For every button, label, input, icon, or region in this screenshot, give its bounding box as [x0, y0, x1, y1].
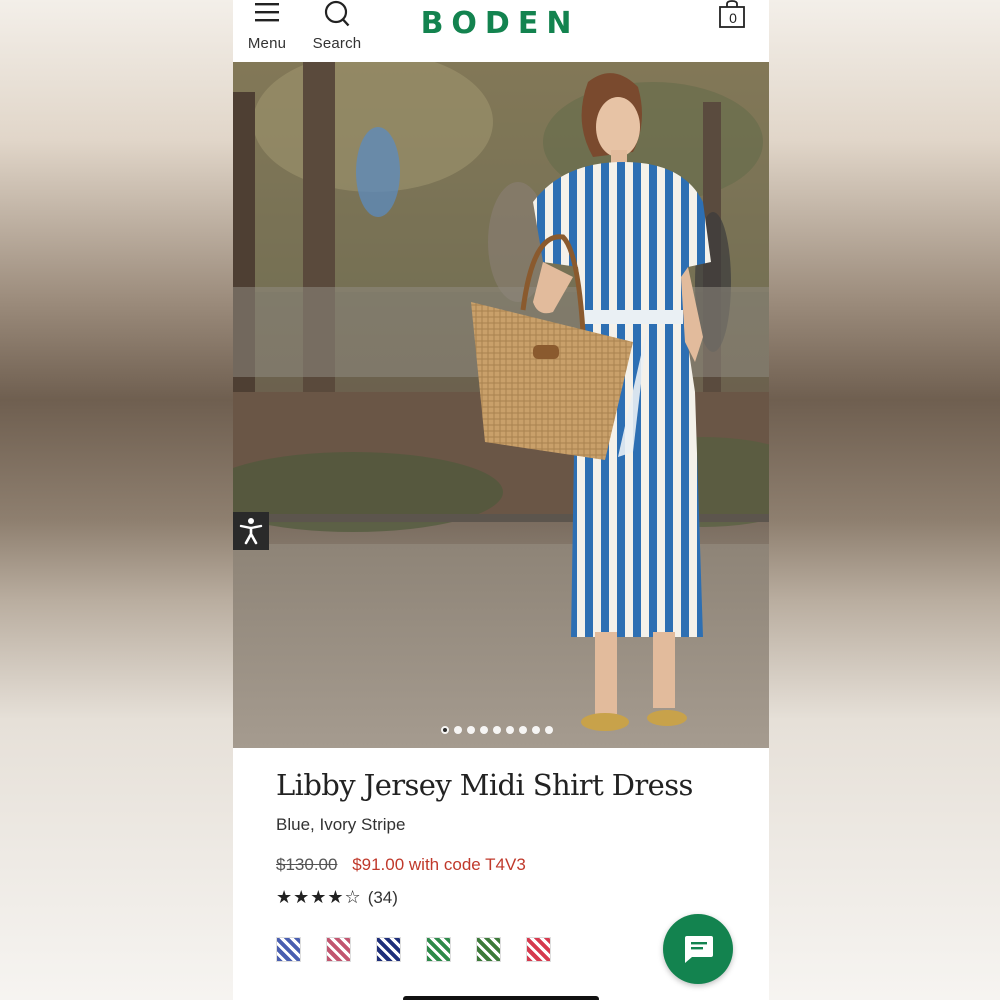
site-header: Menu Search BODEN 0	[233, 0, 769, 62]
accessibility-button[interactable]	[233, 512, 269, 550]
rating-stars: ★★★★☆	[276, 887, 362, 908]
product-rating[interactable]: ★★★★☆ (34)	[276, 887, 398, 908]
swatch-blue-floral[interactable]	[276, 937, 301, 962]
gallery-dot-1[interactable]	[441, 726, 449, 734]
brand-logo[interactable]: BODEN	[418, 6, 582, 41]
right-blur-background	[768, 0, 1000, 1000]
left-blur-background	[0, 0, 233, 1000]
swatch-pink-floral[interactable]	[326, 937, 351, 962]
search-icon	[324, 0, 350, 27]
chat-icon	[685, 936, 713, 963]
review-count: (34)	[367, 887, 398, 907]
original-price: $130.00	[276, 855, 338, 874]
price-row: $130.00 $91.00 with code T4V3	[276, 855, 526, 875]
product-image-gallery[interactable]	[233, 62, 769, 748]
gallery-dot-5[interactable]	[493, 726, 501, 734]
swatch-navy-check[interactable]	[376, 937, 401, 962]
gallery-dot-6[interactable]	[506, 726, 514, 734]
product-color-name: Blue, Ivory Stripe	[276, 815, 406, 834]
hamburger-icon	[255, 3, 279, 22]
menu-label: Menu	[247, 35, 287, 52]
shopping-bag-button[interactable]: 0	[717, 0, 749, 32]
bag-count: 0	[729, 10, 737, 26]
chat-button[interactable]	[663, 914, 733, 984]
gallery-pagination	[441, 726, 561, 736]
gallery-dot-2[interactable]	[454, 726, 462, 734]
accessibility-icon	[239, 518, 263, 545]
search-button[interactable]: Search	[311, 0, 363, 52]
phone-screen: Menu Search BODEN 0 Libby Jersey Midi Sh…	[233, 0, 769, 1000]
swatch-green-ivory-stripe[interactable]	[426, 937, 451, 962]
gallery-dot-9[interactable]	[545, 726, 553, 734]
gallery-dot-8[interactable]	[532, 726, 540, 734]
menu-button[interactable]: Menu	[245, 0, 289, 52]
swatch-red-spot[interactable]	[526, 937, 551, 962]
search-label: Search	[312, 35, 362, 52]
gallery-dot-4[interactable]	[480, 726, 488, 734]
promo-price: $91.00 with code T4V3	[352, 855, 526, 874]
gallery-dot-7[interactable]	[519, 726, 527, 734]
color-swatches	[276, 937, 551, 962]
home-indicator	[403, 996, 599, 1000]
swatch-green-spot[interactable]	[476, 937, 501, 962]
product-photo	[233, 62, 769, 748]
product-title: Libby Jersey Midi Shirt Dress	[276, 768, 693, 802]
gallery-dot-3[interactable]	[467, 726, 475, 734]
